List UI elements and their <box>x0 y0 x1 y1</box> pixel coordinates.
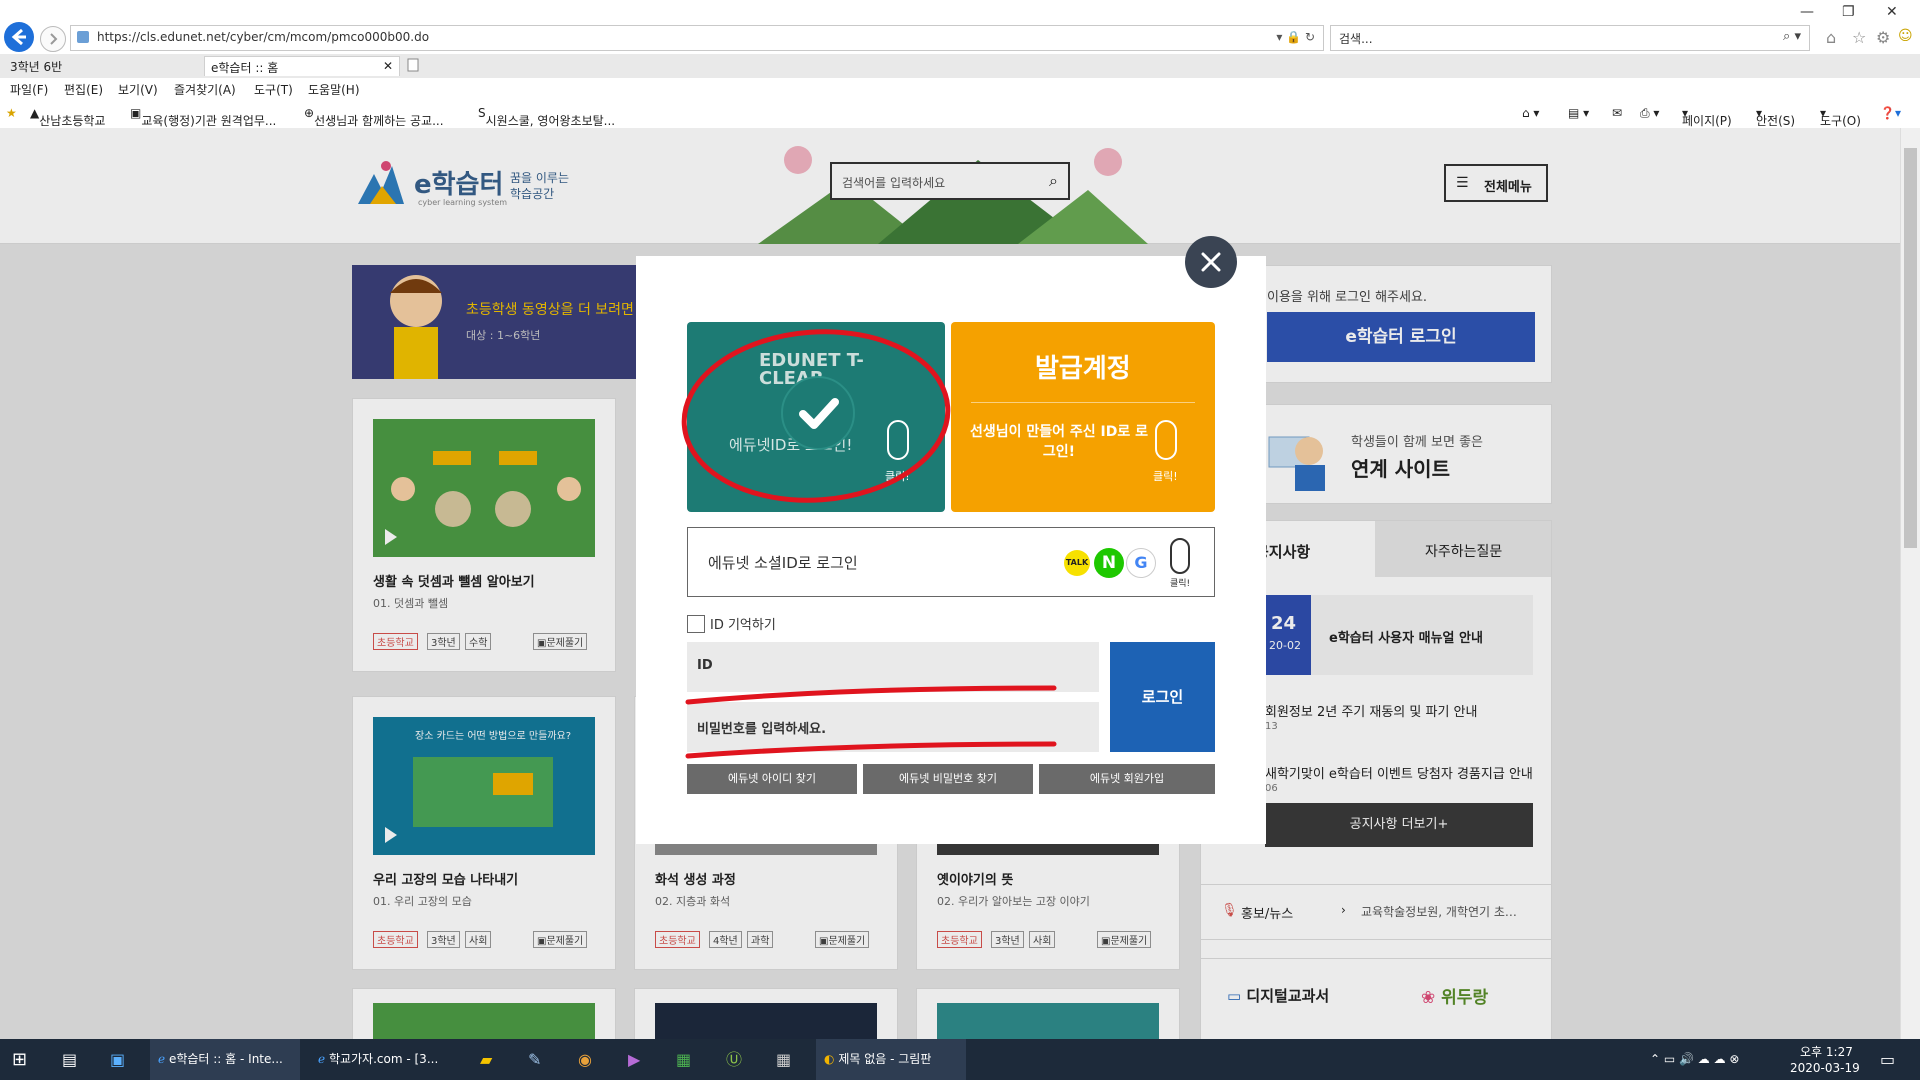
task-view-icon[interactable]: ▤ <box>62 1039 77 1080</box>
login-modal: EDUNET T-CLEAR 에듀넷ID로 로그인! 클릭! 발급계정 선생님이… <box>636 256 1266 844</box>
cmd-label: 안전(S) <box>1756 114 1796 128</box>
tab-class[interactable]: 3학년 6반 <box>4 56 200 76</box>
feeds-icon[interactable]: ▤ ▾ <box>1568 106 1589 120</box>
menu-file[interactable]: 파일(F) <box>10 81 48 98</box>
ie-icon: ℯ <box>318 1052 326 1066</box>
calculator-icon[interactable]: ▦ <box>776 1039 791 1080</box>
favorites-bar: ★ ▲ 산남초등학교 ▣ 교육(행정)기관 원격업무... ⊕ 선생님과 함께하… <box>0 100 1920 129</box>
page-scrollbar[interactable] <box>1900 128 1920 1039</box>
favorites-star-icon[interactable]: ★ <box>6 106 17 120</box>
menu-view[interactable]: 보기(V) <box>118 81 158 98</box>
notifications-icon[interactable]: ▭ <box>1880 1039 1895 1080</box>
tray-icons[interactable]: ⌃ ▭ 🔊 ☁ ☁ ⊗ <box>1650 1039 1739 1080</box>
taskbar-item-paint[interactable]: ◐ 제목 없음 - 그림판 <box>816 1039 966 1080</box>
restore-button[interactable]: ❐ <box>1842 4 1855 20</box>
taskbar-label: 학교가자.com - [3... <box>328 1052 439 1066</box>
arrow-left-icon <box>11 28 26 46</box>
menu-tools[interactable]: 도구(T) <box>254 81 293 98</box>
fav-link-3[interactable]: ⊕ 선생님과 함께하는 공교... <box>304 106 444 128</box>
back-button[interactable] <box>4 22 34 52</box>
arrow-right-icon <box>50 33 58 45</box>
star-icon[interactable]: ☆ <box>1852 28 1866 47</box>
site-favicon-icon <box>77 31 89 43</box>
annotation-circle <box>681 329 951 503</box>
lock-refresh-icons[interactable]: ▾ 🔒 ↻ <box>1276 30 1315 44</box>
clock-date[interactable]: 2020-03-19 <box>1790 1061 1860 1075</box>
cmd-label: 도구(O) <box>1820 114 1861 128</box>
tab-close-icon[interactable]: ✕ <box>383 59 393 73</box>
menu-edit[interactable]: 편집(E) <box>64 81 103 98</box>
new-tab-button[interactable] <box>404 56 424 76</box>
cmd-label: 페이지(P) <box>1682 114 1732 128</box>
tab-label: e학습터 :: 홈 <box>211 61 279 75</box>
modal-close-button[interactable] <box>1185 236 1237 288</box>
spreadsheet-icon[interactable]: ▦ <box>676 1039 691 1080</box>
ie-icon: ℯ <box>158 1052 166 1066</box>
taskbar-label: 제목 없음 - 그림판 <box>838 1052 932 1066</box>
tab-strip: 3학년 6반 e학습터 :: 홈 ✕ <box>0 54 1920 79</box>
fav-label: 산남초등학교 <box>39 114 106 128</box>
folder-icon[interactable]: ▰ <box>480 1039 492 1080</box>
print-icon[interactable]: ⎙ ▾ <box>1640 106 1659 121</box>
mail-icon[interactable]: ✉ <box>1612 106 1622 120</box>
red-annotation-marks <box>681 329 1057 759</box>
windows-taskbar: ⊞ ▤ ▣ ℯ e학습터 :: 홈 - Inte... ℯ 학교가자.com -… <box>0 1039 1920 1080</box>
scrollbar-thumb[interactable] <box>1904 148 1917 548</box>
forward-button[interactable] <box>40 26 66 52</box>
notepad-icon[interactable]: ✎ <box>528 1039 541 1080</box>
cmd-page[interactable]: 페이지(P) ▾ <box>1682 106 1732 128</box>
url-text: https://cls.edunet.net/cyber/cm/mcom/pmc… <box>97 30 430 44</box>
media-app-icon[interactable]: ▶ <box>628 1039 640 1080</box>
taskbar-label: e학습터 :: 홈 - Inte... <box>168 1052 283 1066</box>
menu-bar: 파일(F) 편집(E) 보기(V) 즐겨찾기(A) 도구(T) 도움말(H) <box>0 78 1920 100</box>
home-icon[interactable]: ⌂ <box>1826 28 1836 47</box>
fav-link-4[interactable]: S 시원스쿨, 영어왕초보탈... <box>478 106 615 128</box>
fav-link-2[interactable]: ▣ 교육(행정)기관 원격업무... <box>130 106 276 128</box>
chrome-icon[interactable]: ◉ <box>578 1039 592 1080</box>
menu-help[interactable]: 도움말(H) <box>308 81 360 98</box>
u-app-icon[interactable]: Ⓤ <box>726 1039 742 1080</box>
fav-label: 교육(행정)기관 원격업무... <box>141 114 277 128</box>
minimize-button[interactable]: — <box>1800 4 1814 20</box>
fav-label: 선생님과 함께하는 공교... <box>314 114 444 128</box>
window-close-button[interactable]: ✕ <box>1886 4 1898 20</box>
gear-icon[interactable]: ⚙ <box>1876 28 1890 47</box>
cmd-safety[interactable]: 안전(S) ▾ <box>1756 106 1795 128</box>
taskbar-item-ie-elearning[interactable]: ℯ e학습터 :: 홈 - Inte... <box>150 1039 300 1080</box>
smiley-icon[interactable]: ☺ <box>1898 28 1913 44</box>
tab-label: 3학년 6반 <box>10 60 63 74</box>
home-dropdown-icon[interactable]: ⌂ ▾ <box>1522 106 1539 120</box>
annotation-underline-password <box>685 741 1057 759</box>
fav-link-1[interactable]: ▲ 산남초등학교 <box>30 106 105 128</box>
store-icon[interactable]: ▣ <box>110 1039 125 1080</box>
close-icon <box>1201 252 1221 272</box>
annotation-underline-id <box>685 685 1057 705</box>
menu-favorites[interactable]: 즐겨찾기(A) <box>174 81 236 98</box>
cmd-tools[interactable]: 도구(O) ▾ <box>1820 106 1861 128</box>
new-tab-icon <box>407 58 419 72</box>
browser-search-box[interactable]: 검색... ⌕ ▾ <box>1330 25 1810 51</box>
windows-start-icon[interactable]: ⊞ <box>12 1039 27 1080</box>
browser-search-placeholder: 검색... <box>1339 32 1373 46</box>
fav-label: 시원스쿨, 영어왕초보탈... <box>485 114 616 128</box>
address-bar[interactable]: https://cls.edunet.net/cyber/cm/mcom/pmc… <box>70 25 1324 51</box>
help-icon[interactable]: ❓▾ <box>1880 106 1901 120</box>
paint-icon: ◐ <box>824 1052 835 1066</box>
clock-time[interactable]: 오후 1:27 <box>1800 1043 1853 1060</box>
browser-titlebar: https://cls.edunet.net/cyber/cm/mcom/pmc… <box>0 0 1920 55</box>
taskbar-item-ie-school[interactable]: ℯ 학교가자.com - [3... <box>310 1039 460 1080</box>
search-icon[interactable]: ⌕ ▾ <box>1783 29 1801 44</box>
tab-elearning[interactable]: e학습터 :: 홈 ✕ <box>204 56 400 76</box>
